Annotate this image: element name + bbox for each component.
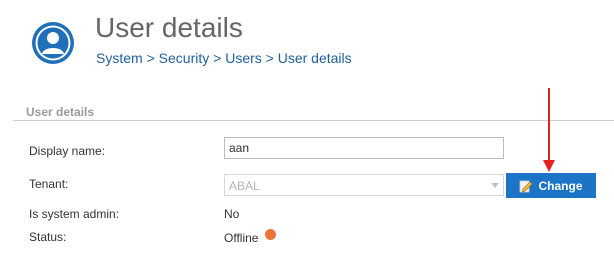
- tenant-select-value: ABAL: [229, 179, 260, 193]
- breadcrumb: System > Security > Users > User details: [96, 50, 352, 66]
- section-divider: [13, 120, 614, 121]
- annotation-arrow-icon: [543, 88, 555, 172]
- page-title: User details: [95, 12, 243, 43]
- is-system-admin-label: Is system admin:: [29, 207, 120, 221]
- change-button-label: Change: [538, 178, 583, 193]
- breadcrumb-separator: >: [213, 50, 222, 66]
- status-dot-icon: [265, 229, 276, 240]
- breadcrumb-item-system[interactable]: System: [96, 50, 143, 66]
- status-label: Status:: [29, 230, 67, 244]
- breadcrumb-item-user-details: User details: [277, 50, 352, 66]
- edit-icon: [520, 180, 533, 192]
- chevron-down-icon: [491, 183, 499, 188]
- user-avatar-icon: [32, 22, 74, 64]
- breadcrumb-item-users[interactable]: Users: [225, 50, 262, 66]
- status-value: Offline: [224, 231, 259, 245]
- tenant-label: Tenant:: [29, 177, 69, 191]
- display-name-label: Display name:: [29, 144, 106, 158]
- breadcrumb-separator: >: [146, 50, 155, 66]
- breadcrumb-item-security[interactable]: Security: [159, 50, 210, 66]
- is-system-admin-value: No: [224, 207, 240, 221]
- display-name-input[interactable]: [224, 137, 504, 159]
- breadcrumb-separator: >: [265, 50, 274, 66]
- section-title: User details: [26, 105, 95, 119]
- tenant-select[interactable]: ABAL: [224, 174, 504, 196]
- change-button[interactable]: Change: [506, 173, 596, 198]
